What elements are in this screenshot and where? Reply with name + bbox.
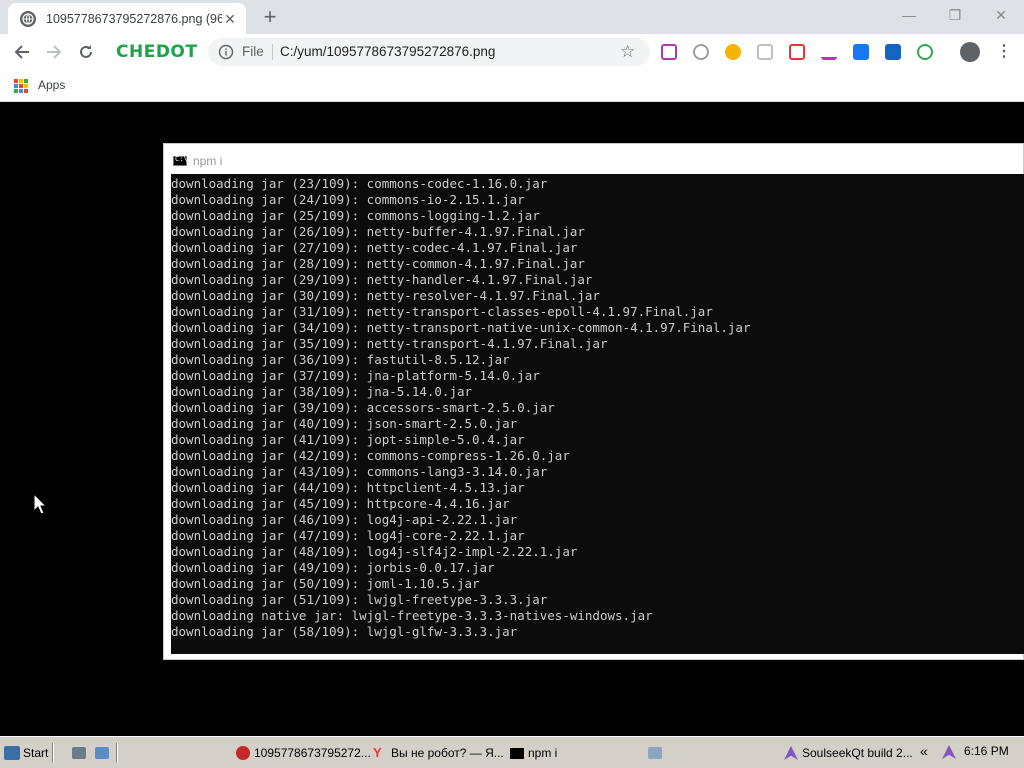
menu-dots-icon[interactable]: ⋮ (996, 42, 1012, 62)
console-line: downloading jar (40/109): json-smart-2.5… (171, 416, 518, 431)
minimize-button[interactable]: — (886, 4, 932, 26)
quicklaunch-icon[interactable] (95, 747, 109, 759)
cmd-icon (510, 747, 524, 759)
browser-toolbar: CHEDOT File C:/yum/1095778673795272876.p… (0, 34, 1024, 70)
mouse-cursor-icon (33, 492, 48, 515)
console-title: npm i (193, 154, 223, 168)
console-line: downloading jar (37/109): jna-platform-5… (171, 368, 540, 383)
taskbar-divider (52, 743, 54, 763)
task-chedot[interactable]: 1095778673795272... (236, 742, 371, 764)
windows-logo-icon (4, 746, 20, 760)
yandex-icon: Y (373, 745, 382, 760)
clock: 6:16 PM (964, 744, 1009, 758)
whatsapp-icon[interactable] (693, 44, 709, 60)
chedot-icon (236, 746, 250, 760)
console-line: downloading jar (35/109): netty-transpor… (171, 336, 608, 351)
facebook-icon[interactable] (853, 44, 869, 60)
task-label: SoulseekQt build 2... (802, 746, 913, 760)
address-bar[interactable]: File C:/yum/1095778673795272876.png ☆ (208, 38, 650, 66)
console-titlebar: C:\ npm i (164, 144, 1023, 174)
console-line: downloading jar (36/109): fastutil-8.5.1… (171, 352, 510, 367)
maximize-button[interactable]: ❒ (932, 4, 978, 26)
start-button[interactable]: Start (4, 742, 48, 764)
taskbar-divider (116, 743, 118, 763)
forward-arrow-icon[interactable] (42, 40, 66, 64)
console-line: downloading jar (58/109): lwjgl-glfw-3.3… (171, 624, 518, 639)
console-line: downloading jar (41/109): jopt-simple-5.… (171, 432, 525, 447)
browser-tab[interactable]: 1095778673795272876.png (96× ✕ (8, 3, 246, 34)
console-line: downloading jar (43/109): commons-lang3-… (171, 464, 548, 479)
console-lines: downloading jar (23/109): commons-codec-… (171, 176, 750, 640)
back-arrow-icon[interactable] (10, 40, 34, 64)
screen-extension-icon[interactable] (661, 44, 677, 60)
reload-icon[interactable] (74, 40, 98, 64)
taskbar: Start 1095778673795272... Y Вы не робот?… (0, 736, 1024, 768)
console-line: downloading jar (31/109): netty-transpor… (171, 304, 713, 319)
address-separator (272, 44, 273, 60)
apps-grid-icon[interactable] (14, 79, 28, 93)
console-line: downloading jar (51/109): lwjgl-freetype… (171, 592, 548, 607)
console-line: downloading jar (25/109): commons-loggin… (171, 208, 540, 223)
show-desktop-icon[interactable] (72, 747, 86, 759)
system-tray: 6:16 PM (940, 740, 1022, 765)
task-npm[interactable]: npm i (510, 742, 557, 764)
soulseek-icon (784, 746, 798, 760)
soulseek-tray-icon[interactable] (942, 745, 956, 759)
task-soulseek[interactable]: SoulseekQt build 2... (784, 742, 913, 764)
console-line: downloading jar (47/109): log4j-core-2.2… (171, 528, 525, 543)
messenger-icon[interactable] (725, 44, 741, 60)
task-label: npm i (528, 746, 558, 760)
console-line: downloading jar (46/109): log4j-api-2.22… (171, 512, 518, 527)
settings-extension-icon[interactable] (917, 44, 933, 60)
bookmark-star-icon[interactable]: ☆ (620, 42, 635, 62)
video-extension-icon[interactable] (789, 44, 805, 60)
console-window: C:\ npm i downloading jar (23/109): comm… (163, 143, 1024, 660)
url-text[interactable]: C:/yum/1095778673795272876.png (280, 44, 495, 59)
download-icon[interactable] (821, 44, 837, 60)
console-line: downloading jar (24/109): commons-io-2.1… (171, 192, 525, 207)
task-label: Вы не робот? — Я... (391, 746, 504, 760)
puzzle-extension-icon[interactable] (757, 44, 773, 60)
console-line: downloading jar (39/109): accessors-smar… (171, 400, 555, 415)
start-label: Start (23, 746, 49, 760)
profile-avatar-icon[interactable] (960, 42, 980, 62)
console-line: downloading jar (27/109): netty-codec-4.… (171, 240, 578, 255)
console-output: downloading jar (23/109): commons-codec-… (171, 174, 1024, 654)
console-line: downloading jar (50/109): joml-1.10.5.ja… (171, 576, 480, 591)
badge-extension-icon[interactable] (885, 44, 901, 60)
console-line: downloading native jar: lwjgl-freetype-3… (171, 608, 653, 623)
cmd-icon: C:\ (173, 155, 188, 166)
task-yandex[interactable]: Y Вы не робот? — Я... (373, 742, 504, 764)
tab-strip: 1095778673795272876.png (96× ✕ + — ❒ ✕ (0, 0, 1024, 34)
tray-overflow-icon[interactable]: « (920, 743, 928, 759)
info-icon[interactable] (218, 44, 234, 60)
console-line: downloading jar (29/109): netty-handler-… (171, 272, 593, 287)
apps-bookmark[interactable]: Apps (38, 78, 65, 92)
browser-brand-logo: CHEDOT (116, 42, 198, 62)
tab-title: 1095778673795272876.png (96× (46, 11, 222, 26)
tab-close-icon[interactable]: ✕ (222, 11, 238, 27)
console-line: downloading jar (26/109): netty-buffer-4… (171, 224, 585, 239)
console-line: downloading jar (34/109): netty-transpor… (171, 320, 751, 335)
bookmarks-bar: Apps (0, 70, 1024, 102)
console-line: downloading jar (44/109): httpclient-4.5… (171, 480, 525, 495)
close-window-button[interactable]: ✕ (978, 4, 1024, 26)
console-line: downloading jar (23/109): commons-codec-… (171, 176, 548, 191)
console-line: downloading jar (28/109): netty-common-4… (171, 256, 585, 271)
globe-icon (20, 10, 36, 27)
task-label: 1095778673795272... (254, 746, 371, 760)
console-line: downloading jar (49/109): jorbis-0.0.17.… (171, 560, 495, 575)
new-tab-button[interactable]: + (258, 6, 282, 28)
console-line: downloading jar (45/109): httpcore-4.4.1… (171, 496, 510, 511)
console-line: downloading jar (48/109): log4j-slf4j2-i… (171, 544, 578, 559)
url-scheme-label: File (242, 44, 264, 59)
tray-window-icon[interactable] (648, 747, 662, 759)
console-line: downloading jar (30/109): netty-resolver… (171, 288, 600, 303)
console-line: downloading jar (42/109): commons-compre… (171, 448, 570, 463)
console-line: downloading jar (38/109): jna-5.14.0.jar (171, 384, 473, 399)
